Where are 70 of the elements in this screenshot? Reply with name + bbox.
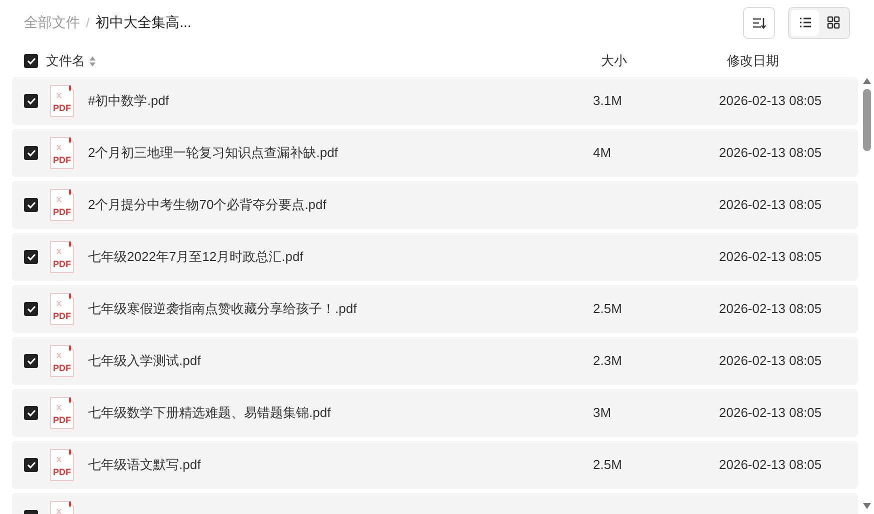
checkbox[interactable] <box>24 94 38 108</box>
pdf-file-icon: PDF <box>50 137 74 169</box>
file-row[interactable]: PDF 七年级入学测试.pdf 2.3M 2026-02-13 08:05 <box>12 337 858 385</box>
file-name[interactable]: 七年级寒假逆袭指南点赞收藏分享给孩子！.pdf <box>74 299 593 319</box>
file-name[interactable]: 七年级2022年7月至12月时政总汇.pdf <box>74 247 593 267</box>
pdf-file-icon: PDF <box>50 397 74 429</box>
checkbox[interactable] <box>24 250 38 264</box>
file-row[interactable]: PDF 七年级2022年7月至12月时政总汇.pdf 2026-02-13 08:05 <box>12 233 858 281</box>
column-header[interactable]: 修改日期 <box>727 51 779 71</box>
pdf-file-icon: PDF <box>50 189 74 221</box>
modified-date: 2026-02-13 08:05 <box>719 456 822 474</box>
file-size: 3M <box>593 404 612 422</box>
list-view-button[interactable] <box>791 10 819 36</box>
pdf-file-icon: PDF <box>50 345 74 377</box>
modified-date: 2026-02-13 08:05 <box>719 352 822 370</box>
sort-arrows-icon[interactable] <box>89 56 96 66</box>
check-icon <box>26 201 36 209</box>
check-icon <box>26 409 36 417</box>
file-size: 2.5M <box>593 300 623 318</box>
file-size: 3.1M <box>593 92 623 110</box>
pdf-file-icon: PDF <box>50 85 74 117</box>
checkbox[interactable] <box>24 146 38 160</box>
scroll-thumb[interactable] <box>863 89 871 151</box>
check-icon <box>26 305 36 313</box>
scroll-down-icon[interactable] <box>862 502 872 510</box>
modified-date: 2026-02-13 08:05 <box>719 248 822 266</box>
file-name[interactable]: 2个月初三地理一轮复习知识点查漏补缺.pdf <box>74 143 593 163</box>
file-name[interactable]: 七年级入学测试.pdf <box>74 351 593 371</box>
sort-icon <box>752 16 766 28</box>
scroll-up-icon[interactable] <box>862 77 872 85</box>
file-name[interactable]: #初中数学.pdf <box>74 91 593 111</box>
modified-date: 2026-02-13 08:05 <box>719 404 822 422</box>
list-icon <box>798 17 812 28</box>
checkbox[interactable] <box>24 302 38 316</box>
check-icon <box>26 357 36 365</box>
check-icon <box>26 253 36 261</box>
check-icon <box>26 57 36 65</box>
file-row[interactable]: PDF 2个月初三地理一轮复习知识点查漏补缺.pdf 4M 2026-02-13 08:05 <box>12 129 858 177</box>
checkbox[interactable] <box>24 458 38 472</box>
file-size: 4M <box>593 144 612 162</box>
file-name[interactable]: 七年级数学下册精选难题、易错题集锦.pdf <box>74 403 593 423</box>
file-row[interactable]: PDF 七年级寒假逆袭指南点赞收藏分享给孩子！.pdf 2.5M 2026-02-13 08:05 <box>12 285 858 333</box>
checkbox[interactable] <box>24 406 38 420</box>
pdf-file-icon: PDF <box>50 449 74 481</box>
check-icon <box>26 461 36 469</box>
column-header[interactable]: 文件名 <box>46 51 85 71</box>
checkbox[interactable] <box>24 354 38 368</box>
modified-date: 2026-02-13 08:05 <box>719 92 822 110</box>
file-row[interactable]: PDF #初中数学.pdf 3.1M 2026-02-13 08:05 <box>12 77 858 125</box>
modified-date: 2026-02-13 08:05 <box>719 196 822 214</box>
modified-date: 2026-02-13 08:05 <box>719 300 822 318</box>
breadcrumb-current: 初中大全集高... <box>96 13 192 32</box>
file-row[interactable]: PDF 2个月提分中考生物70个必背夺分要点.pdf 2026-02-13 08:05 <box>12 181 858 229</box>
check-icon <box>26 149 36 157</box>
file-row[interactable]: PDF 七年级语文默写.pdf 2.5M 2026-02-13 08:05 <box>12 441 858 489</box>
file-row[interactable]: PDF 七年级数学下册精选难题、易错题集锦.pdf 3M 2026-02-13 08:05 <box>12 389 858 437</box>
column-header[interactable]: 大小 <box>601 51 727 71</box>
sort-button[interactable] <box>743 6 775 38</box>
check-icon <box>26 97 36 105</box>
breadcrumb-separator: / <box>86 14 90 32</box>
modified-date: 2026-02-13 08:05 <box>719 144 822 162</box>
pdf-file-icon: PDF <box>50 241 74 273</box>
pdf-file-icon: PDF <box>50 293 74 325</box>
file-size: 2.5M <box>593 456 623 474</box>
checkbox[interactable] <box>24 54 38 68</box>
file-name[interactable]: 2个月提分中考生物70个必背夺分要点.pdf <box>74 195 593 215</box>
file-size: 2.3M <box>593 352 623 370</box>
checkbox[interactable] <box>24 198 38 212</box>
file-name[interactable]: 七年级语文默写.pdf <box>74 455 593 475</box>
grid-icon <box>826 16 840 29</box>
